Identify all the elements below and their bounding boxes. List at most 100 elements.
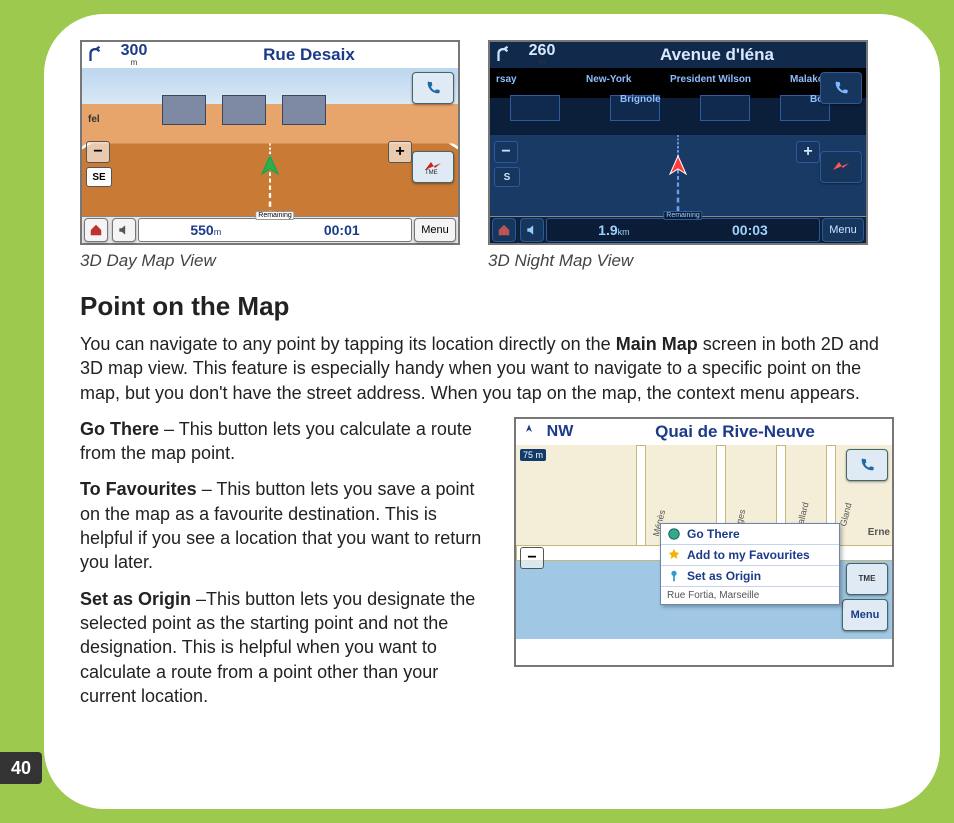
context-menu-set-origin[interactable]: Set as Origin: [661, 566, 839, 587]
menu-label: Menu: [851, 609, 880, 621]
gps-top-bar: NW Quai de Rive-Neuve: [516, 419, 892, 446]
scale-indicator: 75 m: [520, 449, 546, 461]
figure-caption: 3D Night Map View: [488, 251, 868, 271]
figure-caption: 3D Day Map View: [80, 251, 460, 271]
menu-item-label: Go There: [687, 527, 740, 541]
gps-top-bar: 260 m Avenue d'Iéna: [490, 42, 866, 69]
vehicle-cursor-icon: [258, 154, 282, 183]
sound-button[interactable]: [520, 218, 544, 242]
map-viewport-night[interactable]: rsay New-York President Wilson Malako Br…: [490, 68, 866, 217]
menu-button[interactable]: Menu: [414, 218, 456, 242]
turn-arrow-icon: [82, 42, 108, 68]
turn-distance-unit: m: [539, 59, 546, 67]
gps-top-bar: 300 m Rue Desaix: [82, 42, 458, 69]
building-icon: [510, 95, 560, 121]
home-button[interactable]: [84, 218, 108, 242]
descriptions-column: Go There – This button lets you calculat…: [80, 417, 490, 720]
svg-text:TME: TME: [425, 170, 438, 174]
map-viewport-context[interactable]: 75 m Ménès Belges an-Ballard Gland Erne: [516, 445, 892, 639]
remaining-label: Remaining: [663, 211, 702, 220]
tme-button[interactable]: TME: [412, 151, 454, 183]
turn-distance: 300 m: [108, 42, 160, 68]
remaining-time: 00:01: [324, 222, 360, 238]
origin-paragraph: Set as Origin –This button lets you desi…: [80, 587, 490, 708]
street-name: Avenue d'Iéna: [568, 42, 866, 68]
street-name: Rue Desaix: [160, 42, 458, 68]
pin-icon: [667, 569, 681, 583]
north-arrow-icon: [516, 419, 542, 445]
zoom-in-button[interactable]: +: [796, 141, 820, 163]
menu-button[interactable]: Menu: [822, 218, 864, 242]
section-heading: Point on the Map: [80, 291, 904, 322]
remaining-distance: 550m: [190, 222, 221, 238]
gps-bottom-bar: Remaining 1.9km 00:03 Menu: [490, 216, 866, 243]
turn-distance-value: 260: [529, 43, 556, 59]
figure-day: 300 m Rue Desaix fel: [80, 40, 460, 271]
turn-distance-unit: m: [131, 59, 138, 67]
trip-info-panel[interactable]: Remaining 1.9km 00:03: [546, 218, 820, 242]
menu-item-label: Set as Origin: [687, 569, 761, 583]
zoom-out-button[interactable]: −: [520, 547, 544, 569]
turn-arrow-icon: [490, 42, 516, 68]
context-menu-add-favourite[interactable]: Add to my Favourites: [661, 545, 839, 566]
building-icon: [282, 95, 326, 125]
zoom-in-button[interactable]: +: [388, 141, 412, 163]
sky: [82, 68, 458, 104]
remaining-distance: 1.9km: [598, 222, 629, 238]
content-sheet: 300 m Rue Desaix fel: [44, 14, 940, 809]
turn-distance-value: 300: [121, 43, 148, 59]
map-label: rsay: [496, 74, 517, 85]
gps-night-screenshot: 260 m Avenue d'Iéna rsay New-York Pres: [488, 40, 868, 245]
intro-paragraph: You can navigate to any point by tapping…: [80, 332, 904, 405]
road-label: Erne: [868, 527, 890, 538]
phone-button[interactable]: [820, 72, 862, 104]
zoom-out-button[interactable]: −: [494, 141, 518, 163]
phone-button[interactable]: [846, 449, 888, 481]
tme-label: TME: [859, 574, 876, 583]
map-viewport-day[interactable]: fel TME − + SE: [82, 68, 458, 217]
map-label: President Wilson: [670, 74, 751, 85]
tme-button[interactable]: TME: [846, 563, 888, 595]
street-name: Quai de Rive-Neuve: [578, 419, 892, 445]
two-column-layout: Go There – This button lets you calculat…: [80, 417, 904, 720]
remaining-label: Remaining: [255, 211, 294, 220]
compass-indicator[interactable]: SE: [86, 167, 112, 187]
go-there-label: Go There: [80, 419, 159, 439]
context-menu: Go There Add to my Favourites Set as Ori…: [660, 523, 840, 605]
intro-text: You can navigate to any point by tapping…: [80, 334, 616, 354]
figures-row: 300 m Rue Desaix fel: [80, 40, 904, 271]
compass-direction: NW: [542, 419, 578, 445]
menu-button[interactable]: Menu: [842, 599, 888, 631]
phone-button[interactable]: [412, 72, 454, 104]
go-there-paragraph: Go There – This button lets you calculat…: [80, 417, 490, 466]
compass-value: NW: [547, 424, 574, 440]
building-icon: [162, 95, 206, 125]
figure-context: NW Quai de Rive-Neuve 75 m Ménès Belges: [514, 417, 904, 667]
map-label: Brignole: [620, 94, 661, 105]
favourites-label: To Favourites: [80, 479, 197, 499]
menu-item-label: Add to my Favourites: [687, 548, 810, 562]
compass-indicator[interactable]: S: [494, 167, 520, 187]
address-label: Rue Fortia, Marseille: [667, 590, 759, 601]
home-button[interactable]: [492, 218, 516, 242]
intro-bold: Main Map: [616, 334, 698, 354]
vehicle-cursor-icon: [666, 154, 690, 183]
context-menu-address: Rue Fortia, Marseille: [661, 587, 839, 604]
sound-button[interactable]: [112, 218, 136, 242]
context-menu-go-there[interactable]: Go There: [661, 524, 839, 545]
tme-button[interactable]: [820, 151, 862, 183]
map-label: fel: [88, 114, 100, 125]
map-label: New-York: [586, 74, 631, 85]
page-number-tab: 40: [0, 752, 42, 784]
globe-icon: [667, 527, 681, 541]
gps-bottom-bar: Remaining 550m 00:01 Menu: [82, 216, 458, 243]
star-icon: [667, 548, 681, 562]
origin-label: Set as Origin: [80, 589, 191, 609]
zoom-out-button[interactable]: −: [86, 141, 110, 163]
trip-info-panel[interactable]: Remaining 550m 00:01: [138, 218, 412, 242]
map-label: Malako: [790, 74, 824, 85]
building-icon: [700, 95, 750, 121]
gps-day-screenshot: 300 m Rue Desaix fel: [80, 40, 460, 245]
gps-context-screenshot: NW Quai de Rive-Neuve 75 m Ménès Belges: [514, 417, 894, 667]
remaining-time: 00:03: [732, 222, 768, 238]
